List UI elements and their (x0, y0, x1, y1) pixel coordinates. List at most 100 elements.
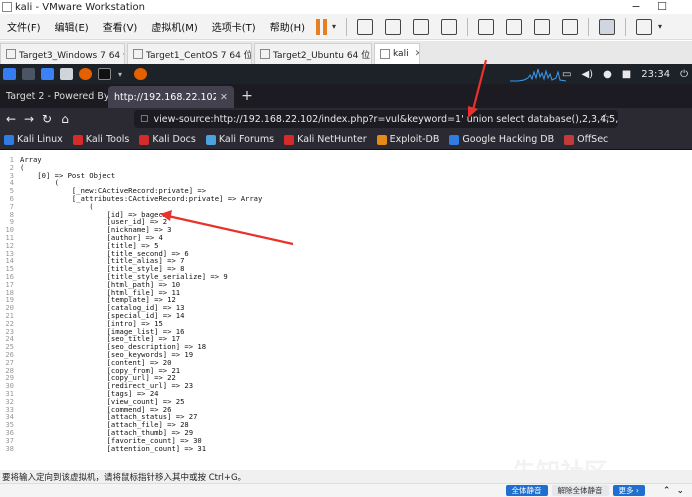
vm-tab-target2[interactable]: Target2_Ubuntu 64 位 ✕ (254, 43, 372, 64)
close-icon[interactable]: ✕ (409, 49, 419, 59)
close-tab-icon[interactable]: ✕ (220, 92, 228, 103)
firefox-icon[interactable] (79, 68, 92, 80)
mute-all-button[interactable]: 全体静音 (505, 485, 548, 496)
bookmark-exploit-db[interactable]: Exploit-DB (376, 134, 439, 145)
bookmark-kali-tools[interactable]: Kali Tools (72, 134, 129, 145)
maximize-button[interactable]: ☐ (652, 0, 672, 14)
show-desktop-icon[interactable] (22, 68, 35, 80)
vm-tab-label: Target1_CentOS 7 64 位 (146, 50, 252, 61)
menu-view[interactable]: 查看(V) (96, 19, 145, 34)
minimize-button[interactable]: − (626, 0, 646, 14)
bookmark-icon (564, 134, 575, 145)
vmware-titlebar: kali - VMware Workstation − ☐ (0, 0, 692, 14)
stretch-dropdown-icon[interactable]: ▾ (658, 22, 662, 31)
vm-icon (133, 49, 143, 59)
vm-tab-kali[interactable]: kali ✕ (374, 43, 420, 64)
snapshot-manager-icon[interactable] (441, 18, 458, 35)
bookmark-icon (4, 134, 14, 145)
bookmark-offsec[interactable]: OffSec (564, 134, 608, 145)
kali-menu-icon[interactable] (3, 68, 16, 80)
bookmark-icon (376, 134, 387, 145)
forward-icon[interactable]: → (20, 112, 38, 126)
send-ctrl-alt-del-icon[interactable] (357, 18, 374, 35)
vm-tab-target3[interactable]: Target3_Windows 7 64 位 ✕ (0, 43, 125, 64)
clock[interactable]: 23:34 (641, 69, 670, 80)
console-view-icon[interactable] (599, 18, 616, 35)
stretch-view-icon[interactable] (636, 18, 653, 35)
vmware-menubar: 文件(F) 编辑(E) 查看(V) 虚拟机(M) 选项卡(T) 帮助(H) ▾ … (0, 14, 692, 40)
bookmark-icon (449, 134, 460, 145)
vm-icon (380, 49, 390, 59)
vmware-status-bar: 要将输入定向到该虚拟机，请将鼠标指针移入其中或按 Ctrl+G。 (0, 470, 692, 483)
menu-help[interactable]: 帮助(H) (263, 19, 312, 34)
volume-icon[interactable]: ◀) (581, 69, 593, 80)
window-title: kali - VMware Workstation (15, 1, 145, 13)
vm-icon (260, 49, 270, 59)
bookmark-google-hacking-db[interactable]: Google Hacking DB (449, 134, 554, 145)
screenshot-root: kali - VMware Workstation − ☐ 文件(F) 编辑(E… (0, 0, 692, 497)
reload-icon[interactable]: ↻ (38, 112, 56, 126)
power-icon[interactable]: ⏻ (680, 69, 688, 80)
menu-file[interactable]: 文件(F) (0, 19, 48, 34)
chevron-down-icon[interactable]: ⌄ (676, 486, 684, 496)
toolbar-separator (346, 17, 348, 36)
menu-tabs[interactable]: 选项卡(T) (205, 19, 263, 34)
address-bar-url[interactable]: view-source:http://192.168.22.102/index.… (154, 114, 618, 125)
browser-tab-view-source[interactable]: http://192.168.22.102/index.p ✕ (108, 86, 234, 108)
bookmark-star-icon[interactable]: ☆ (600, 111, 611, 125)
page-source-view[interactable]: 1 Array 2(3 [0] => Post Object 4 (5 [_new:C… (0, 150, 692, 470)
lock-icon[interactable]: ■ (622, 69, 631, 80)
unmute-all-button[interactable]: 解除全体静音 (551, 485, 609, 496)
bookmark-icon (284, 134, 295, 145)
revert-snapshot-icon[interactable] (413, 18, 430, 35)
toolbar-separator (588, 17, 590, 36)
vm-tab-strip: Target3_Windows 7 64 位 ✕ Target1_CentOS … (0, 41, 692, 64)
bookmark-icon (72, 134, 83, 145)
bookmark-kali-docs[interactable]: Kali Docs (139, 134, 196, 145)
home-icon[interactable]: ⌂ (56, 112, 74, 126)
monitor-icon[interactable]: ▭ (562, 69, 571, 80)
vm-tab-label: Target2_Ubuntu 64 位 (273, 50, 371, 61)
more-button[interactable]: 更多 › (612, 485, 645, 496)
terminal-launcher-icon[interactable] (41, 68, 54, 80)
bookmark-icon (139, 134, 150, 145)
toolbar-separator (467, 17, 469, 36)
back-icon[interactable]: ← (2, 112, 20, 126)
browser-tab-label: Target 2 - Powered By BageC (6, 90, 108, 102)
file-manager-icon[interactable] (60, 68, 73, 80)
chevron-up-icon[interactable]: ⌃ (663, 486, 671, 496)
menu-edit[interactable]: 编辑(E) (48, 19, 96, 34)
vmware-logo-icon (2, 2, 12, 12)
status-text: 要将输入定向到该虚拟机，请将鼠标指针移入其中或按 Ctrl+G。 (2, 472, 247, 483)
firefox-window-icon[interactable] (134, 68, 148, 80)
bottom-task-strip: 全体静音 解除全体静音 更多 › ⌃ ⌄ (0, 483, 692, 497)
snapshot-icon[interactable] (385, 18, 402, 35)
sidebar-toggle-icon[interactable] (478, 18, 495, 35)
terminal-icon[interactable] (98, 68, 111, 80)
pause-dropdown-icon[interactable]: ▾ (332, 22, 336, 31)
vm-tab-label: kali (393, 49, 409, 59)
pause-icon[interactable] (316, 18, 330, 35)
vm-tab-target1[interactable]: Target1_CentOS 7 64 位 ✕ (127, 43, 252, 64)
network-graph-icon (510, 68, 566, 82)
address-bar[interactable]: ▢ view-source:http://192.168.22.102/inde… (134, 110, 618, 128)
thumbnail-view-icon[interactable] (506, 18, 523, 35)
bookmarks-toolbar: Kali Linux Kali Tools Kali Docs Kali For… (0, 130, 692, 150)
browser-navbar: ← → ↻ ⌂ ▢ view-source:http://192.168.22.… (0, 108, 692, 130)
notification-bell-icon[interactable]: ● (603, 69, 612, 80)
source-line-text: [attention_count] => 31 (20, 443, 207, 453)
bookmark-kali-forums[interactable]: Kali Forums (205, 134, 274, 145)
launcher-dropdown-icon[interactable]: ▾ (118, 70, 122, 79)
new-tab-button[interactable]: + (234, 84, 260, 108)
full-screen-icon[interactable] (534, 18, 551, 35)
unity-icon[interactable] (562, 18, 579, 35)
browser-tab-label: http://192.168.22.102/index.p (114, 91, 217, 103)
menu-vm[interactable]: 虚拟机(M) (144, 19, 204, 34)
browser-tab-strip: Target 2 - Powered By BageC http://192.1… (0, 84, 692, 108)
close-icon[interactable]: ✕ (370, 49, 371, 59)
vm-icon (6, 49, 16, 59)
bookmark-kali-linux[interactable]: Kali Linux (4, 134, 63, 145)
browser-tab-target2[interactable]: Target 2 - Powered By BageC (0, 84, 108, 108)
bookmark-kali-nethunter[interactable]: Kali NetHunter (284, 134, 367, 145)
page-info-icon[interactable]: ▢ (140, 114, 149, 124)
